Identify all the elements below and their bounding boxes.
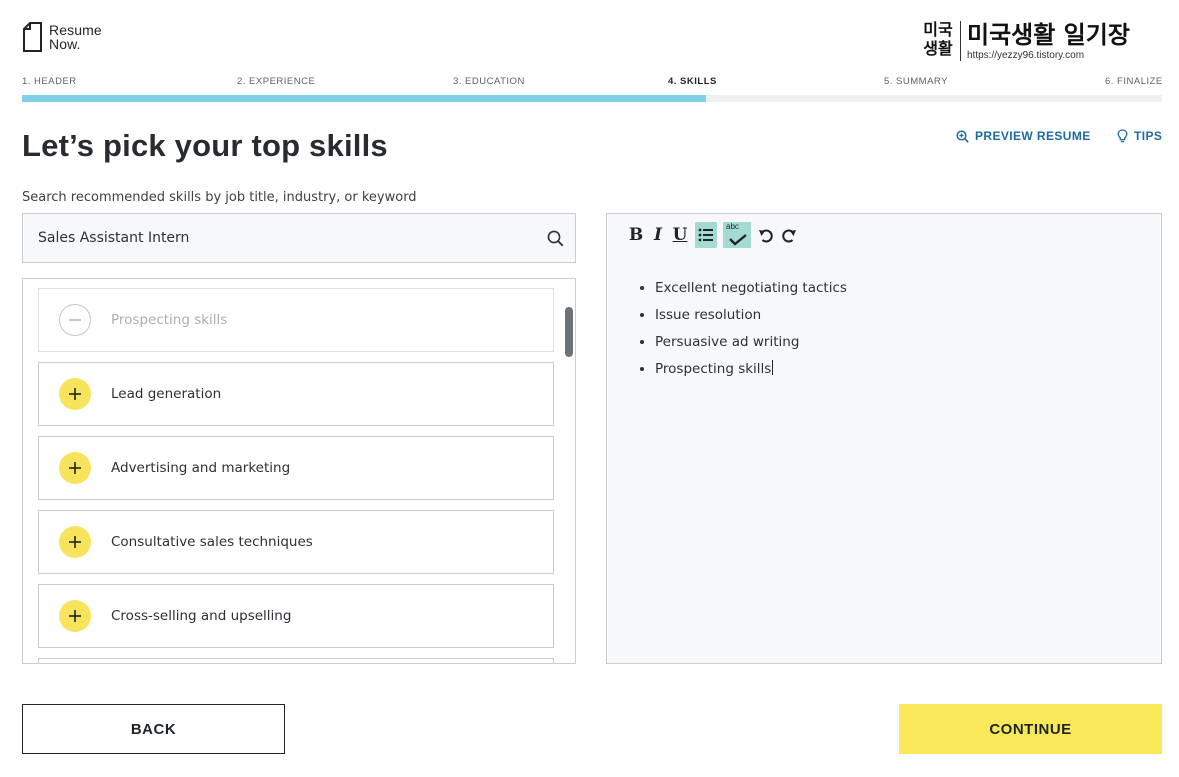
editor-toolbar: B I U abc (627, 222, 801, 248)
skills-scrollbar-thumb[interactable] (565, 307, 573, 357)
lightbulb-icon (1117, 129, 1128, 143)
skill-bullet-item-last[interactable]: Prospecting skills (655, 359, 847, 386)
recommended-skills-list: Prospecting skills Lead generation Adver… (22, 278, 576, 664)
zoom-in-icon (956, 129, 969, 143)
bullet-list-button[interactable] (695, 222, 717, 248)
watermark-seal: 미국 생활 (920, 20, 956, 62)
spell-check-button[interactable]: abc (723, 222, 751, 248)
step-header[interactable]: 1. HEADER (22, 76, 77, 87)
search-icon[interactable] (547, 230, 564, 247)
step-education[interactable]: 3. EDUCATION (453, 76, 525, 87)
add-skill-button[interactable] (59, 600, 91, 632)
redo-icon (781, 229, 796, 242)
plus-icon (69, 536, 81, 548)
step-skills[interactable]: 4. SKILLS (668, 76, 717, 87)
preview-resume-label: PREVIEW RESUME (975, 129, 1091, 143)
bold-button[interactable]: B (627, 222, 645, 248)
skill-item-cross-selling-and-upselling[interactable]: Cross-selling and upselling (38, 584, 554, 648)
undo-button[interactable] (757, 222, 775, 248)
search-input-value[interactable]: Sales Assistant Intern (38, 230, 189, 246)
add-skill-button[interactable] (59, 452, 91, 484)
resume-now-logo[interactable]: Resume Now. (22, 22, 102, 52)
skill-bullet-item[interactable]: Issue resolution (655, 305, 847, 332)
back-button[interactable]: BACK (22, 704, 285, 754)
skills-bullet-list[interactable]: Excellent negotiating tactics Issue reso… (655, 278, 847, 386)
skill-label: Consultative sales techniques (111, 534, 313, 550)
preview-resume-link[interactable]: PREVIEW RESUME (956, 129, 1091, 143)
watermark-seal-line: 생활 (923, 39, 953, 58)
add-skill-button[interactable] (59, 378, 91, 410)
blog-watermark: 미국 생활 미국생활 일기장 https://yezzy96.tistory.co… (920, 18, 1156, 64)
skill-bullet-item[interactable]: Persuasive ad writing (655, 332, 847, 359)
skill-bullet-text: Prospecting skills (655, 361, 772, 377)
remove-skill-button[interactable] (59, 304, 91, 336)
skill-label: Advertising and marketing (111, 460, 291, 476)
step-finalize[interactable]: 6. FINALIZE (1105, 76, 1163, 87)
watermark-divider (960, 21, 961, 61)
spell-check-icon (729, 234, 747, 246)
step-summary[interactable]: 5. SUMMARY (884, 76, 948, 87)
minus-icon (69, 319, 81, 321)
skills-scrollbar[interactable] (562, 279, 575, 663)
skill-search-input[interactable]: Sales Assistant Intern (22, 213, 576, 263)
italic-button[interactable]: I (651, 222, 665, 248)
skill-item-partial[interactable] (38, 658, 554, 663)
skill-item-prospecting-skills[interactable]: Prospecting skills (38, 288, 554, 352)
underline-button[interactable]: U (671, 222, 689, 248)
logo-line-2: Now. (49, 36, 81, 52)
tips-label: TIPS (1134, 129, 1163, 143)
bullet-list-icon (698, 228, 713, 242)
text-cursor (772, 360, 774, 375)
watermark-title: 미국생활 일기장 (967, 20, 1130, 49)
spell-check-label: abc (726, 222, 739, 231)
progress-bar-fill (22, 95, 706, 102)
step-experience[interactable]: 2. EXPERIENCE (237, 76, 315, 87)
tips-link[interactable]: TIPS (1117, 129, 1162, 143)
document-logo-icon (22, 22, 43, 52)
skill-label: Cross-selling and upselling (111, 608, 292, 624)
page-title: Let’s pick your top skills (22, 128, 388, 163)
skill-item-advertising-and-marketing[interactable]: Advertising and marketing (38, 436, 554, 500)
step-navigation: 1. HEADER 2. EXPERIENCE 3. EDUCATION 4. … (22, 76, 1162, 88)
skill-item-lead-generation[interactable]: Lead generation (38, 362, 554, 426)
watermark-seal-line: 미국 (923, 20, 953, 39)
skill-item-consultative-sales-techniques[interactable]: Consultative sales techniques (38, 510, 554, 574)
plus-icon (69, 462, 81, 474)
continue-button[interactable]: CONTINUE (899, 704, 1162, 754)
add-skill-button[interactable] (59, 526, 91, 558)
progress-bar (22, 95, 1162, 102)
skill-label: Prospecting skills (111, 312, 228, 328)
logo-wordmark: Resume Now. (49, 23, 102, 51)
redo-button[interactable] (779, 222, 797, 248)
logo-line-1: Resume (49, 22, 102, 38)
plus-icon (69, 388, 81, 400)
skills-editor[interactable]: B I U abc • Excellent negotiating tactic… (606, 213, 1162, 664)
watermark-url: https://yezzy96.tistory.com (967, 50, 1085, 61)
undo-icon (758, 229, 773, 242)
skill-label: Lead generation (111, 386, 222, 402)
plus-icon (69, 610, 81, 622)
skill-bullet-item[interactable]: Excellent negotiating tactics (655, 278, 847, 305)
search-label: Search recommended skills by job title, … (22, 190, 417, 205)
